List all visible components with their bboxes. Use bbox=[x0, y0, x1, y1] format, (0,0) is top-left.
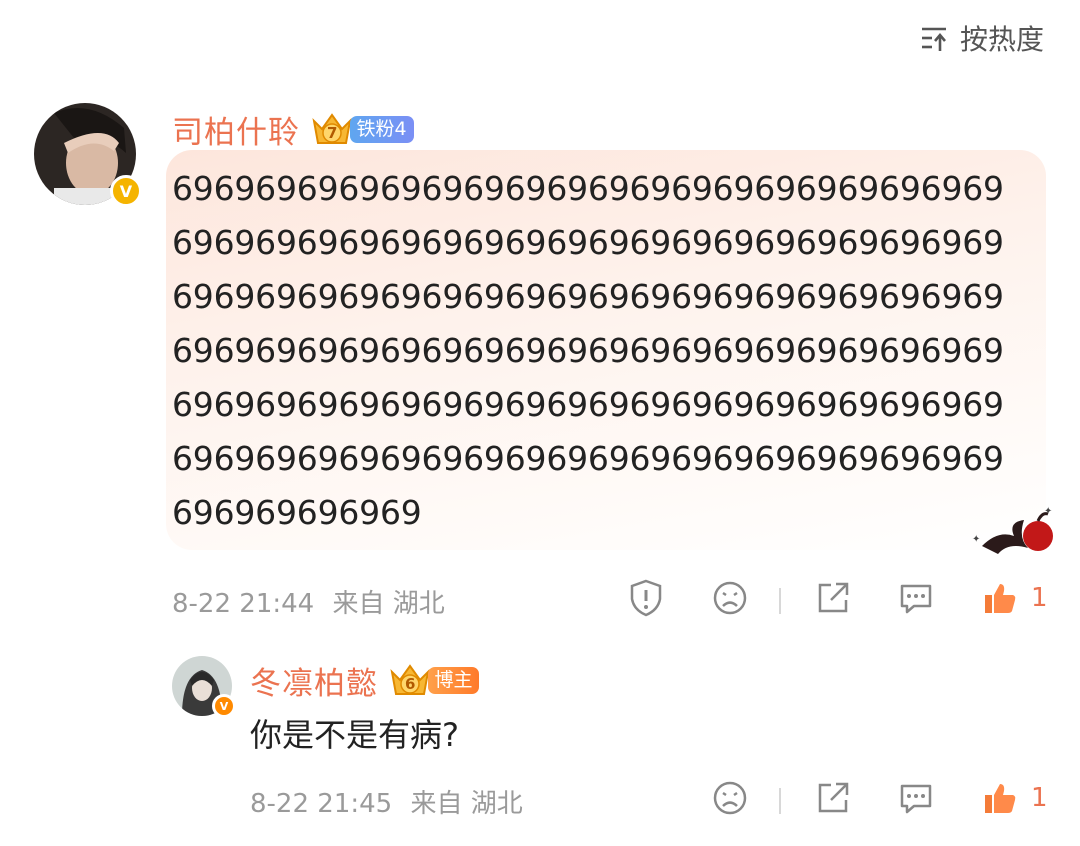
like-count: 1 bbox=[1031, 583, 1048, 613]
sort-by-hot-button[interactable]: 按热度 bbox=[920, 20, 1044, 56]
crown-level-number: 6 bbox=[405, 674, 416, 693]
replier-name[interactable]: 冬凛柏懿 bbox=[250, 658, 378, 703]
comment-icon bbox=[898, 780, 934, 820]
share-button[interactable] bbox=[813, 580, 853, 620]
frown-icon bbox=[712, 780, 748, 820]
comment-time: 8-22 21:44 bbox=[172, 589, 315, 619]
blogger-badge: 博主 bbox=[428, 667, 480, 694]
sort-label: 按热度 bbox=[959, 23, 1044, 56]
share-icon bbox=[815, 780, 851, 820]
share-icon bbox=[815, 580, 851, 620]
like-icon bbox=[982, 780, 1018, 820]
reply-time: 8-22 21:45 bbox=[250, 789, 393, 819]
replier-avatar[interactable]: V bbox=[172, 656, 236, 718]
svg-text:✦: ✦ bbox=[1044, 506, 1052, 517]
fan-badge: 铁粉4 bbox=[350, 116, 414, 143]
reply-share-button[interactable] bbox=[813, 780, 853, 820]
reply-source: 来自 湖北 bbox=[410, 789, 523, 819]
report-icon bbox=[628, 579, 664, 621]
bubble-decoration-icon: ✦ ✦ bbox=[968, 502, 1060, 562]
like-button[interactable] bbox=[980, 580, 1020, 620]
comment-source: 来自 湖北 bbox=[332, 589, 445, 619]
comment-text: 6969696969696969696969696969696969696969… bbox=[172, 169, 1004, 532]
commenter-name[interactable]: 司柏什聆 bbox=[172, 107, 300, 152]
like-icon bbox=[982, 580, 1018, 620]
report-button[interactable] bbox=[626, 579, 666, 621]
reply-like-button[interactable] bbox=[980, 780, 1020, 820]
reply-text: 你是不是有病? bbox=[250, 716, 459, 754]
reply-like-count: 1 bbox=[1031, 783, 1048, 813]
reply-comment-button[interactable] bbox=[896, 780, 936, 820]
sort-icon bbox=[920, 24, 950, 52]
commenter-avatar[interactable]: V bbox=[34, 103, 142, 207]
action-divider bbox=[779, 588, 781, 614]
comment-button[interactable] bbox=[896, 580, 936, 620]
verified-badge-icon: V bbox=[212, 694, 236, 718]
crown-level-number: 7 bbox=[327, 123, 338, 142]
svg-text:✦: ✦ bbox=[972, 534, 980, 545]
frown-icon bbox=[712, 580, 748, 620]
dislike-button[interactable] bbox=[710, 580, 750, 620]
verified-badge-icon: V bbox=[110, 175, 142, 207]
comment-icon bbox=[898, 580, 934, 620]
action-divider bbox=[779, 788, 781, 814]
reply-dislike-button[interactable] bbox=[710, 780, 750, 820]
